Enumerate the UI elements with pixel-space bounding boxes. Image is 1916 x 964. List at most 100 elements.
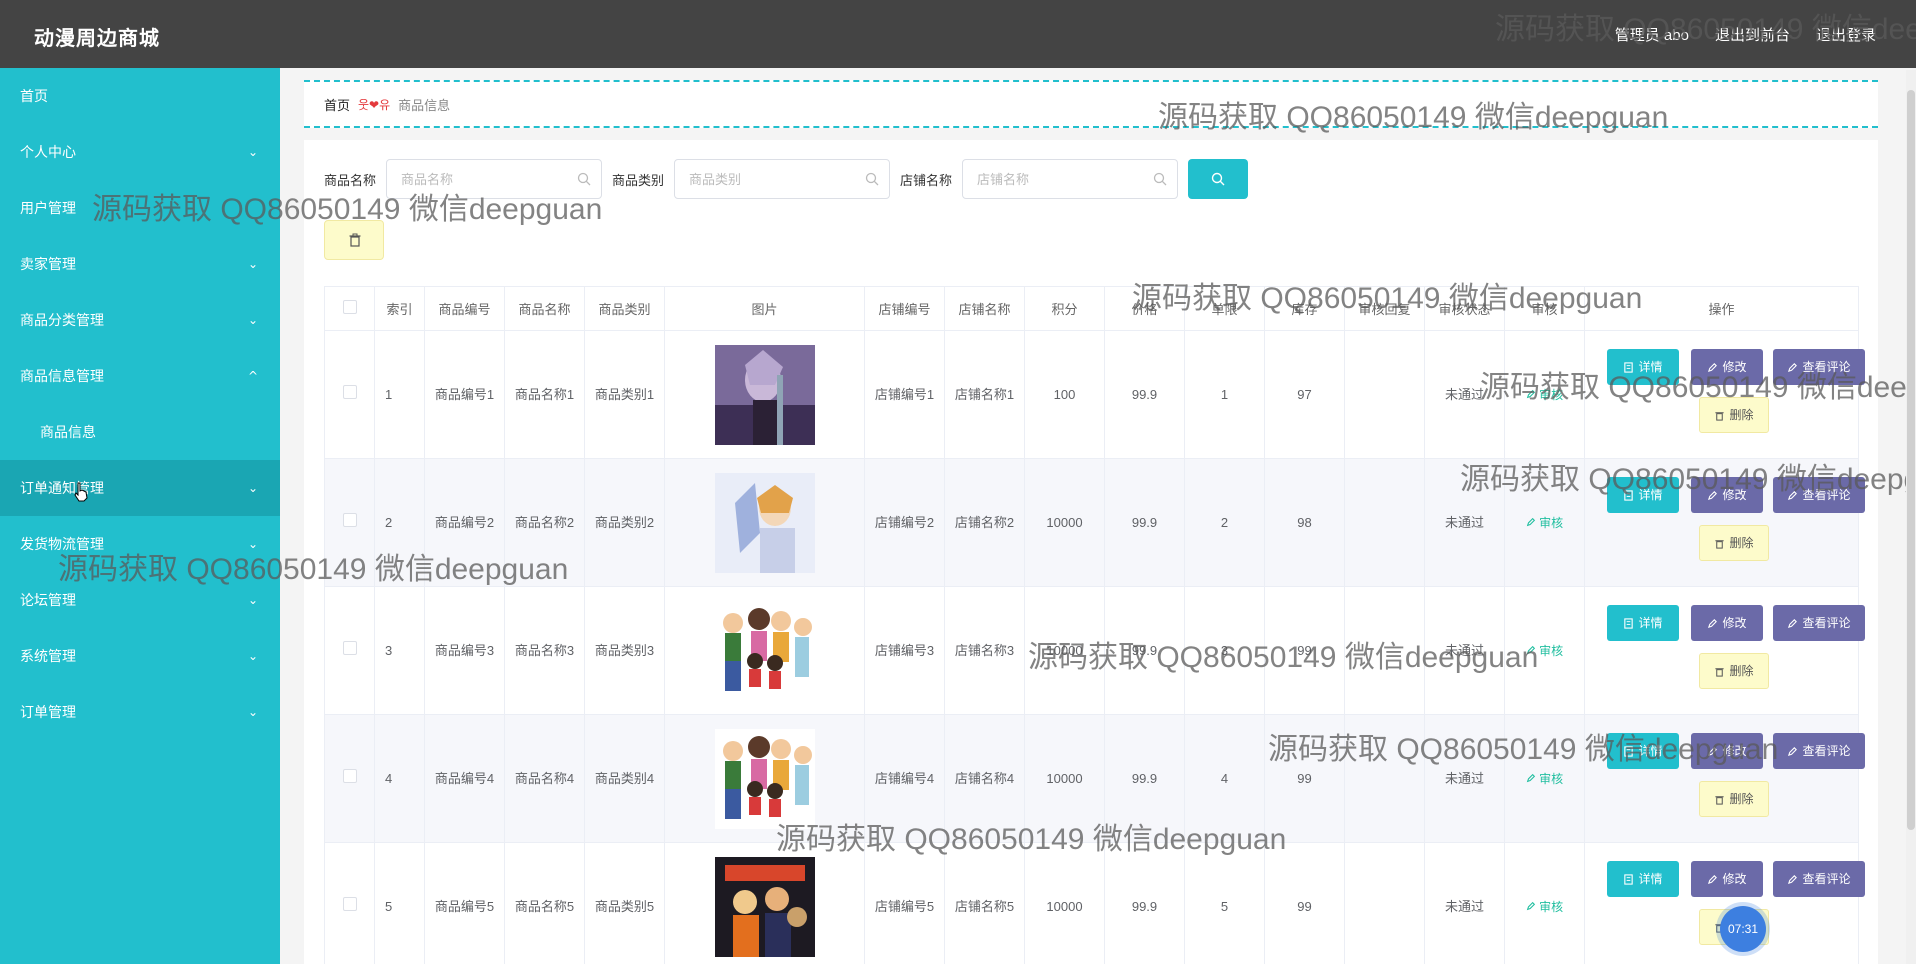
delete-button[interactable]: 删除 bbox=[1699, 781, 1769, 817]
sidebar-item-personal-center[interactable]: 个人中心 ⌄ bbox=[0, 124, 280, 180]
delete-button[interactable]: 删除 bbox=[1699, 653, 1769, 689]
delete-label: 删除 bbox=[1729, 664, 1754, 678]
breadcrumb-home[interactable]: 首页 bbox=[324, 95, 350, 114]
shop-code-cell: 店铺编号5 bbox=[864, 842, 945, 964]
sidebar-item-user-management[interactable]: 用户管理 bbox=[0, 180, 280, 236]
shop-name-label: 店铺名称 bbox=[900, 172, 953, 188]
price-cell: 99.9 bbox=[1104, 842, 1185, 964]
table-row: 2 商品编号2 商品名称2 商品类别2 店铺编号2 店铺名称2 10000 99.9 2 98 未通… bbox=[324, 458, 1865, 587]
hand-cursor-icon bbox=[74, 482, 88, 502]
product-image-cell bbox=[664, 714, 865, 843]
sidebar-item-order-management[interactable]: 订单管理 ⌄ bbox=[0, 684, 280, 740]
document-icon bbox=[1624, 873, 1634, 885]
row-checkbox[interactable] bbox=[342, 384, 357, 399]
audit-link[interactable]: 审核 bbox=[1526, 644, 1563, 658]
product-code-cell: 商品编号4 bbox=[424, 714, 505, 843]
view-reviews-button[interactable]: 查看评论 bbox=[1773, 477, 1865, 513]
shop-name-input[interactable] bbox=[963, 160, 1144, 198]
view-reviews-button[interactable]: 查看评论 bbox=[1773, 861, 1865, 897]
audit-link[interactable]: 审核 bbox=[1526, 516, 1563, 530]
row-checkbox[interactable] bbox=[342, 640, 357, 655]
stock-cell: 99 bbox=[1264, 586, 1345, 715]
price-cell: 99.9 bbox=[1104, 330, 1185, 459]
price-cell: 99.9 bbox=[1104, 586, 1185, 715]
view-reviews-button[interactable]: 查看评论 bbox=[1773, 349, 1865, 385]
product-type-cell: 商品类别2 bbox=[584, 458, 665, 587]
table-header-row: 索引 商品编号 商品名称 商品类别 图片 店铺编号 店铺名称 积分 价格 单限 … bbox=[324, 286, 1859, 331]
logout-link[interactable]: 退出登录 bbox=[1816, 24, 1876, 45]
product-name-cell: 商品名称1 bbox=[504, 330, 585, 459]
sidebar-item-order-notice-management[interactable]: 订单通知管理 ⌄ bbox=[0, 460, 280, 516]
breadcrumb-bar: 首页 웃❤유 商品信息 bbox=[304, 80, 1878, 128]
audit-link[interactable]: 审核 bbox=[1526, 772, 1563, 786]
limit-cell: 1 bbox=[1184, 330, 1265, 459]
view-reviews-button[interactable]: 查看评论 bbox=[1773, 733, 1865, 769]
edit-label: 修改 bbox=[1722, 616, 1747, 630]
points-cell: 10000 bbox=[1024, 714, 1105, 843]
row-checkbox[interactable] bbox=[342, 896, 357, 911]
product-name-input[interactable] bbox=[387, 160, 568, 198]
edit-button[interactable]: 修改 bbox=[1691, 861, 1763, 897]
actions-cell: 详情 修改 查看评论删除 bbox=[1584, 714, 1865, 843]
recording-timer: 07:31 bbox=[1720, 906, 1766, 952]
row-index: 3 bbox=[374, 586, 425, 715]
page-scrollbar[interactable] bbox=[1906, 70, 1916, 964]
column-header: 价格 bbox=[1104, 286, 1185, 331]
view-reviews-button[interactable]: 查看评论 bbox=[1773, 605, 1865, 641]
select-all-checkbox[interactable] bbox=[342, 300, 357, 314]
detail-label: 详情 bbox=[1638, 360, 1663, 374]
sidebar-item-product-management[interactable]: 商品信息管理 ^ bbox=[0, 348, 280, 404]
edit-icon bbox=[1526, 645, 1535, 654]
audit-link[interactable]: 审核 bbox=[1526, 900, 1563, 914]
edit-button[interactable]: 修改 bbox=[1691, 477, 1763, 513]
sidebar-item-home[interactable]: 首页 bbox=[0, 68, 280, 124]
detail-button[interactable]: 详情 bbox=[1607, 349, 1679, 385]
detail-button[interactable]: 详情 bbox=[1607, 861, 1679, 897]
sidebar-subitem-product-info[interactable]: 商品信息 bbox=[0, 404, 280, 460]
delete-label: 删除 bbox=[1729, 792, 1754, 806]
column-header: 操作 bbox=[1584, 286, 1859, 331]
edit-icon bbox=[1526, 517, 1535, 526]
stock-cell: 99 bbox=[1264, 714, 1345, 843]
detail-button[interactable]: 详情 bbox=[1607, 605, 1679, 641]
product-code-cell: 商品编号5 bbox=[424, 842, 505, 964]
detail-button[interactable]: 详情 bbox=[1607, 733, 1679, 769]
delete-button[interactable]: 删除 bbox=[1699, 397, 1769, 433]
edit-icon bbox=[1788, 874, 1798, 884]
search-icon bbox=[1211, 172, 1225, 186]
chevron-down-icon: ⌄ bbox=[247, 537, 258, 551]
audit-link[interactable]: 审核 bbox=[1526, 388, 1563, 402]
price-cell: 99.9 bbox=[1104, 458, 1185, 587]
batch-delete-button[interactable] bbox=[324, 220, 384, 260]
chevron-down-icon: ⌄ bbox=[247, 145, 258, 159]
sidebar-item-label: 订单管理 bbox=[20, 704, 76, 720]
search-button[interactable] bbox=[1188, 159, 1249, 199]
sidebar-item-seller-management[interactable]: 卖家管理 ⌄ bbox=[0, 236, 280, 292]
edit-button[interactable]: 修改 bbox=[1691, 733, 1763, 769]
product-code-cell: 商品编号1 bbox=[424, 330, 505, 459]
sidebar-item-forum-management[interactable]: 论坛管理 ⌄ bbox=[0, 572, 280, 628]
exit-to-front-link[interactable]: 退出到前台 bbox=[1715, 24, 1790, 45]
limit-cell: 2 bbox=[1184, 458, 1265, 587]
sidebar-item-category-management[interactable]: 商品分类管理 ⌄ bbox=[0, 292, 280, 348]
product-type-input[interactable] bbox=[675, 160, 856, 198]
edit-button[interactable]: 修改 bbox=[1691, 349, 1763, 385]
audit-label: 审核 bbox=[1539, 771, 1564, 786]
trash-icon bbox=[1715, 667, 1725, 677]
sidebar-item-system-management[interactable]: 系统管理 ⌄ bbox=[0, 628, 280, 684]
edit-button[interactable]: 修改 bbox=[1691, 605, 1763, 641]
row-checkbox[interactable] bbox=[342, 768, 357, 783]
audit-status-cell: 未通过 bbox=[1424, 330, 1505, 459]
row-select-cell bbox=[324, 842, 375, 964]
detail-button[interactable]: 详情 bbox=[1607, 477, 1679, 513]
row-checkbox[interactable] bbox=[342, 512, 357, 527]
points-cell: 100 bbox=[1024, 330, 1105, 459]
chevron-down-icon: ⌄ bbox=[247, 593, 258, 607]
delete-label: 删除 bbox=[1729, 408, 1754, 422]
scrollbar-thumb[interactable] bbox=[1907, 90, 1915, 830]
edit-label: 修改 bbox=[1722, 744, 1747, 758]
delete-button[interactable]: 删除 bbox=[1699, 525, 1769, 561]
edit-icon bbox=[1526, 389, 1535, 398]
sidebar-item-shipping-management[interactable]: 发货物流管理 ⌄ bbox=[0, 516, 280, 572]
column-header: 审核状态 bbox=[1424, 286, 1505, 331]
